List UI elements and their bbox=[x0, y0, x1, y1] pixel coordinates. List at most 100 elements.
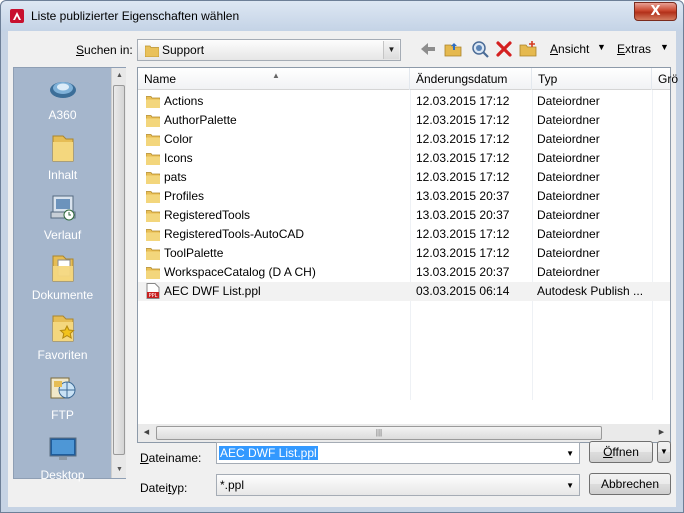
place-desktop[interactable]: Desktop bbox=[14, 428, 111, 488]
file-type: Autodesk Publish ... bbox=[537, 284, 644, 298]
file-row[interactable]: Color 12.03.2015 17:12 Dateiordner bbox=[138, 130, 670, 149]
view-chevron-down-icon[interactable]: ▼ bbox=[597, 42, 606, 52]
folder-icon bbox=[146, 134, 160, 146]
file-date: 13.03.2015 20:37 bbox=[416, 208, 510, 222]
new-folder-icon[interactable] bbox=[518, 39, 538, 59]
tools-chevron-down-icon[interactable]: ▼ bbox=[660, 42, 669, 52]
place-label: FTP bbox=[51, 408, 74, 422]
place-history[interactable]: Verlauf bbox=[14, 188, 111, 248]
file-name: WorkspaceCatalog (D A CH) bbox=[164, 265, 316, 279]
history-icon bbox=[50, 195, 76, 221]
column-header-type[interactable]: Typ bbox=[532, 68, 652, 90]
file-type: Dateiordner bbox=[537, 151, 600, 165]
place-a360[interactable]: A360 bbox=[14, 68, 111, 128]
tools-menu-button[interactable]: Extras bbox=[617, 42, 651, 56]
scroll-right-icon[interactable]: ▶ bbox=[653, 424, 670, 442]
file-name: Icons bbox=[164, 151, 193, 165]
folder-icon bbox=[146, 115, 160, 127]
places-scrollbar[interactable]: ▲ ▼ bbox=[111, 68, 126, 478]
file-row[interactable]: ToolPalette 12.03.2015 17:12 Dateiordner bbox=[138, 244, 670, 263]
place-content[interactable]: Inhalt bbox=[14, 128, 111, 188]
filename-input[interactable]: AEC DWF List.ppl ▼ bbox=[216, 442, 580, 464]
file-name: AEC DWF List.ppl bbox=[164, 284, 261, 298]
column-header-size[interactable]: Grö bbox=[652, 68, 678, 90]
folder-icon bbox=[146, 267, 160, 279]
filename-value: AEC DWF List.ppl bbox=[219, 446, 318, 460]
file-row[interactable]: pats 12.03.2015 17:12 Dateiordner bbox=[138, 168, 670, 187]
file-row[interactable]: Icons 12.03.2015 17:12 Dateiordner bbox=[138, 149, 670, 168]
open-button[interactable]: Öffnen bbox=[589, 441, 653, 463]
file-name: RegisteredTools-AutoCAD bbox=[164, 227, 305, 241]
open-options-chevron-down-icon[interactable]: ▼ bbox=[657, 441, 671, 463]
chevron-down-icon[interactable]: ▼ bbox=[566, 481, 574, 490]
dialog-client: Suchen in: Support ▼ Ansicht ▼ Extras ▼ … bbox=[8, 31, 678, 507]
folder-icon bbox=[146, 96, 160, 108]
file-type: Dateiordner bbox=[537, 208, 600, 222]
favorites-icon bbox=[52, 315, 75, 342]
chevron-down-icon[interactable]: ▼ bbox=[383, 41, 399, 59]
filetype-combo[interactable]: *.ppl ▼ bbox=[216, 474, 580, 496]
back-arrow-icon[interactable] bbox=[418, 39, 438, 59]
place-label: Dokumente bbox=[31, 288, 94, 302]
file-row[interactable]: Profiles 13.03.2015 20:37 Dateiordner bbox=[138, 187, 670, 206]
dialog-window: Liste publizierter Eigenschaften wählen … bbox=[0, 0, 684, 513]
file-row[interactable]: WorkspaceCatalog (D A CH) 13.03.2015 20:3… bbox=[138, 263, 670, 282]
scroll-down-icon[interactable]: ▼ bbox=[112, 462, 127, 478]
documents-icon bbox=[52, 255, 74, 282]
lookin-combo[interactable]: Support ▼ bbox=[137, 39, 401, 61]
sort-ascending-icon: ▲ bbox=[272, 71, 280, 80]
file-name: AuthorPalette bbox=[164, 113, 237, 127]
file-list-hscrollbar[interactable]: ◀ ||| ▶ bbox=[138, 424, 670, 442]
folder-icon bbox=[146, 172, 160, 184]
tools-label-rest: xtras bbox=[625, 42, 652, 56]
chevron-down-icon[interactable]: ▼ bbox=[566, 449, 574, 458]
search-web-icon[interactable] bbox=[470, 39, 490, 59]
file-date: 12.03.2015 17:12 bbox=[416, 151, 510, 165]
place-ftp[interactable]: FTP bbox=[14, 368, 111, 428]
file-type: Dateiordner bbox=[537, 170, 600, 184]
title-bar: Liste publizierter Eigenschaften wählen … bbox=[1, 1, 683, 31]
file-type: Dateiordner bbox=[537, 265, 600, 279]
column-label: Name bbox=[144, 72, 177, 86]
places-bar: A360 Inhalt Verlauf Dokumente Favoriten … bbox=[13, 67, 126, 482]
place-documents[interactable]: Dokumente bbox=[14, 248, 111, 308]
file-date: 12.03.2015 17:12 bbox=[416, 113, 510, 127]
filetype-label: Dateityp: bbox=[140, 481, 188, 495]
file-name: pats bbox=[164, 170, 187, 184]
file-row[interactable]: Actions 12.03.2015 17:12 Dateiordner bbox=[138, 92, 670, 111]
scroll-thumb[interactable] bbox=[113, 85, 125, 455]
view-menu-button[interactable]: Ansicht bbox=[550, 42, 589, 56]
file-row[interactable]: RegisteredTools 13.03.2015 20:37 Dateiordn… bbox=[138, 206, 670, 225]
column-header-name[interactable]: ▲ Name bbox=[138, 68, 410, 90]
ppl-file-icon: PPL bbox=[146, 283, 160, 299]
view-label-rest: nsicht bbox=[558, 42, 590, 56]
scroll-up-icon[interactable]: ▲ bbox=[112, 68, 127, 84]
scroll-thumb[interactable]: ||| bbox=[156, 426, 602, 440]
folder-icon bbox=[146, 248, 160, 260]
file-date: 03.03.2015 06:14 bbox=[416, 284, 510, 298]
file-date: 12.03.2015 17:12 bbox=[416, 132, 510, 146]
ftp-icon bbox=[50, 377, 76, 399]
desktop-icon bbox=[49, 437, 77, 460]
up-folder-icon[interactable] bbox=[443, 39, 463, 59]
scroll-left-icon[interactable]: ◀ bbox=[138, 424, 155, 442]
file-row[interactable]: AuthorPalette 12.03.2015 17:12 Dateiordner bbox=[138, 111, 670, 130]
file-row[interactable]: RegisteredTools-AutoCAD 12.03.2015 17:12 D… bbox=[138, 225, 670, 244]
file-name: Color bbox=[164, 132, 193, 146]
delete-icon[interactable] bbox=[494, 39, 514, 59]
file-date: 13.03.2015 20:37 bbox=[416, 189, 510, 203]
close-button[interactable]: X bbox=[634, 2, 677, 21]
file-type: Dateiordner bbox=[537, 94, 600, 108]
file-type: Dateiordner bbox=[537, 246, 600, 260]
column-header-date[interactable]: Änderungsdatum bbox=[410, 68, 532, 90]
folder-icon bbox=[146, 229, 160, 241]
lookin-label: Suchen in: bbox=[76, 43, 133, 57]
place-favorites[interactable]: Favoriten bbox=[14, 308, 111, 368]
file-row[interactable]: PPL AEC DWF List.ppl 03.03.2015 06:14 Autod… bbox=[138, 282, 670, 301]
file-name: Actions bbox=[164, 94, 204, 108]
ppl-icon-text: PPL bbox=[149, 293, 158, 299]
cancel-button[interactable]: Abbrechen bbox=[589, 473, 671, 495]
place-label: Desktop bbox=[40, 468, 85, 482]
column-header: ▲ Name Änderungsdatum Typ Grö bbox=[138, 68, 678, 90]
filename-label: Dateiname: bbox=[140, 451, 202, 465]
